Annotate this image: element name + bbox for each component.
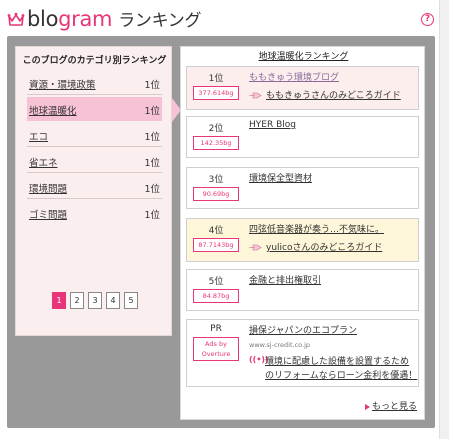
- pointing-hand-icon: [249, 92, 262, 99]
- category-item-eco[interactable]: エコ 1位: [27, 123, 162, 147]
- header: blogram ランキング ?: [7, 6, 434, 34]
- ads-badge-line: Overture: [201, 350, 231, 358]
- crown-icon: [7, 12, 25, 26]
- category-item-resource-policy[interactable]: 資源・環境政策 1位: [27, 71, 162, 95]
- category-label[interactable]: 環境問題: [29, 181, 67, 195]
- entry-guide-text[interactable]: ももきゅうさんのみどころガイド: [266, 91, 401, 101]
- entry-title-link[interactable]: 環境保全型資材: [249, 171, 312, 184]
- ranking-entry-3: 3位 90.69bg 環境保全型資材: [186, 167, 419, 209]
- category-item-global-warming[interactable]: 地球温暖化 1位: [27, 97, 162, 121]
- entry-rank: 5位: [208, 277, 224, 287]
- category-panel-title: このブログのカテゴリ別ランキング: [22, 56, 167, 66]
- entry-title-link[interactable]: ももきゅう環境ブログ: [249, 70, 339, 83]
- category-rank: 1位: [144, 184, 160, 195]
- ads-by-overture-badge[interactable]: Ads by Overture: [193, 337, 239, 361]
- sponsored-entry: PR Ads by Overture 損保ジャパンのエコプラン www.sj-c…: [186, 319, 419, 387]
- entry-title-link[interactable]: 金融と排出権取引: [249, 273, 321, 286]
- category-label[interactable]: 資源・環境政策: [29, 77, 96, 91]
- category-label[interactable]: 地球温暖化: [29, 103, 77, 117]
- entry-title-link[interactable]: HYER Blog: [249, 120, 296, 130]
- entry-score: 90.69bg: [193, 187, 239, 201]
- entry-guide-link[interactable]: ももきゅうさんのみどころガイド: [249, 88, 401, 101]
- sponsored-url: www.sj-credit.co.jp: [249, 341, 311, 349]
- pointing-hand-icon: [249, 244, 262, 251]
- category-label[interactable]: エコ: [29, 129, 48, 143]
- category-rank: 1位: [144, 106, 160, 117]
- entry-score: 377.614bg: [193, 86, 239, 100]
- category-label[interactable]: ゴミ問題: [29, 207, 67, 221]
- page-button-1[interactable]: 1: [52, 292, 66, 309]
- logo-text-ranking: ランキング: [118, 11, 202, 31]
- ranking-entry-1: 1位 377.614bg ももきゅう環境ブログ ももきゅうさんのみどころガイド: [186, 66, 419, 110]
- ranking-entry-5: 5位 84.87bg 金融と排出権取引: [186, 269, 419, 311]
- category-item-environment-issues[interactable]: 環境問題 1位: [27, 175, 162, 199]
- entry-score: 142.35bg: [193, 136, 239, 150]
- blogram-ranking-logo[interactable]: blogram ランキング: [27, 6, 202, 34]
- entry-score: 87.7143bg: [193, 238, 239, 252]
- category-item-energy-saving[interactable]: 省エネ 1位: [27, 149, 162, 173]
- ads-badge-line: Ads by: [205, 340, 227, 348]
- sponsored-title-link[interactable]: 損保ジャパンのエコプラン: [249, 323, 357, 336]
- ranking-entry-2: 2位 142.35bg HYER Blog: [186, 116, 419, 158]
- logo-text-accent: gram: [58, 7, 113, 31]
- entry-guide-text[interactable]: yulicoさんのみどころガイド: [266, 243, 382, 253]
- entry-score: 84.87bg: [193, 289, 239, 303]
- page-button-4[interactable]: 4: [106, 292, 120, 309]
- sponsored-label: PR: [210, 324, 222, 334]
- entry-rank: 1位: [208, 74, 224, 84]
- category-item-garbage-issues[interactable]: ゴミ問題 1位: [27, 201, 162, 225]
- category-rank: 1位: [144, 80, 160, 91]
- help-icon[interactable]: ?: [421, 13, 434, 26]
- sponsored-text-line[interactable]: 環境に配慮した設備を設置するため: [265, 354, 409, 367]
- category-rank: 1位: [144, 210, 160, 221]
- ranking-panel-title[interactable]: 地球温暖化ランキング: [181, 49, 426, 62]
- category-label[interactable]: 省エネ: [29, 155, 58, 169]
- category-rank: 1位: [144, 158, 160, 169]
- more-link[interactable]: もっと見る: [364, 399, 417, 412]
- logo-text-prefix: blo: [27, 7, 59, 31]
- entry-title-link[interactable]: 四弦低音楽器が奏う…不気味に。: [249, 222, 384, 235]
- entry-guide-link[interactable]: yulicoさんのみどころガイド: [249, 240, 382, 253]
- entry-rank: 2位: [208, 124, 224, 134]
- page-button-2[interactable]: 2: [70, 292, 84, 309]
- entry-rank: 3位: [208, 175, 224, 185]
- triangle-right-icon: [364, 403, 370, 410]
- ranking-entry-4: 4位 87.7143bg 四弦低音楽器が奏う…不気味に。 yulicoさんのみど…: [186, 218, 419, 262]
- category-rank: 1位: [144, 132, 160, 143]
- sponsored-text-line[interactable]: のリフォームならローン金利を優遇！: [265, 368, 417, 381]
- page-button-3[interactable]: 3: [88, 292, 102, 309]
- page-scrollbar[interactable]: [439, 0, 449, 439]
- page-button-5[interactable]: 5: [124, 292, 138, 309]
- more-link-text[interactable]: もっと見る: [372, 402, 417, 412]
- ranking-panel: 地球温暖化ランキング 1位 377.614bg ももきゅう環境ブログ ももきゅう…: [180, 46, 425, 420]
- entry-rank: 4位: [208, 226, 224, 236]
